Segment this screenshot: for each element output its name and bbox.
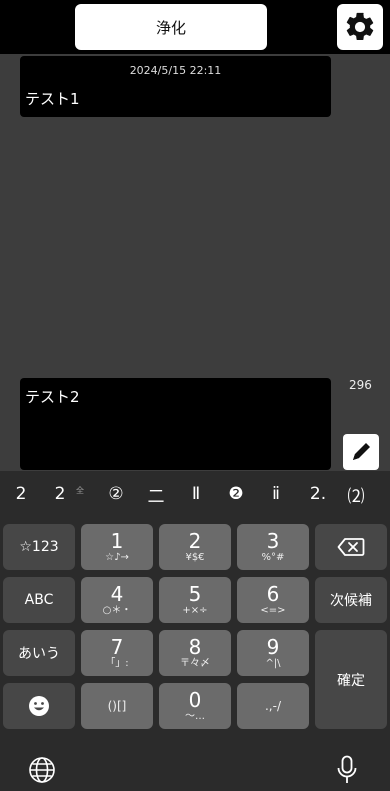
candidate-item[interactable]: ⅱ <box>261 471 291 517</box>
key-main: 7 <box>110 635 124 659</box>
char-count: 296 <box>349 378 372 392</box>
next-candidate-key[interactable]: 次候補 <box>315 577 387 623</box>
key-main: 4 <box>110 582 124 606</box>
key-2[interactable]: 2 ¥$€ <box>159 524 231 570</box>
memo-input[interactable]: テスト2 <box>20 378 331 470</box>
key-main: 1 <box>110 529 124 553</box>
key-main: 3 <box>266 529 280 553</box>
memo-input-text: テスト2 <box>25 388 80 406</box>
key-sub: +×÷ <box>182 605 208 616</box>
candidate-item[interactable]: 2. <box>303 471 333 517</box>
memo-area: 2024/5/15 22:11 テスト1 テスト2 296 <box>0 54 390 470</box>
microphone-icon <box>337 755 357 783</box>
gear-icon <box>346 12 374 41</box>
abc-key-label: ABC <box>24 592 54 608</box>
candidate-fullwidth-mark: 全 <box>76 486 84 495</box>
globe-button[interactable] <box>24 752 60 788</box>
key-sub: .,-/ <box>264 699 281 713</box>
microphone-button[interactable] <box>329 752 365 788</box>
key-4[interactable]: 4 ○＊・ <box>81 577 153 623</box>
memo-text: テスト1 <box>25 90 80 108</box>
candidate-item[interactable]: 2 <box>45 471 75 517</box>
symbols-key[interactable]: ☆123 <box>3 524 75 570</box>
key-9[interactable]: 9 ^|\ <box>237 630 309 676</box>
next-candidate-label: 次候補 <box>330 593 372 609</box>
backspace-icon <box>337 538 365 556</box>
memo-card[interactable]: 2024/5/15 22:11 テスト1 <box>20 56 331 117</box>
pen-icon <box>353 443 370 460</box>
keyboard: 2 2 全 ② 二 Ⅱ ❷ ⅱ 2. ⑵ ☆123 1 ☆♪→ 2 ¥$€ 3 … <box>0 471 390 791</box>
purify-button[interactable]: 浄化 <box>75 4 267 50</box>
key-6[interactable]: 6 <=> <box>237 577 309 623</box>
globe-icon <box>29 757 55 783</box>
kana-key[interactable]: あいう <box>3 630 75 676</box>
candidate-item[interactable]: 2 <box>6 471 36 517</box>
symbols-key-label: ☆123 <box>19 539 59 555</box>
key-main: 5 <box>188 582 202 606</box>
key-sub: 〒々〆 <box>180 658 210 669</box>
emoji-key[interactable] <box>3 683 75 729</box>
candidate-bar: 2 2 全 ② 二 Ⅱ ❷ ⅱ 2. ⑵ <box>0 471 390 517</box>
key-sub: 「」: <box>105 658 129 669</box>
abc-key[interactable]: ABC <box>3 577 75 623</box>
confirm-key[interactable]: 確定 <box>315 630 387 729</box>
emoji-icon <box>29 696 49 716</box>
key-main: 8 <box>188 635 202 659</box>
key-sub: <=> <box>260 605 286 616</box>
key-0[interactable]: 0 〜… <box>159 683 231 729</box>
settings-button[interactable] <box>337 4 383 50</box>
candidate-item[interactable]: ❷ <box>221 471 251 517</box>
key-main: 6 <box>266 582 280 606</box>
key-sub: ☆♪→ <box>105 552 129 563</box>
kana-key-label: あいう <box>18 646 60 662</box>
candidate-item[interactable]: ② <box>101 471 131 517</box>
key-5[interactable]: 5 +×÷ <box>159 577 231 623</box>
key-sub: ○＊・ <box>102 605 132 616</box>
key-main: 0 <box>188 688 202 712</box>
key-main: 2 <box>188 529 202 553</box>
key-sub: 〜… <box>185 711 205 722</box>
key-punctuation[interactable]: .,-/ <box>237 683 309 729</box>
candidate-item[interactable]: Ⅱ <box>181 471 211 517</box>
key-sub: %°# <box>261 552 285 563</box>
key-brackets[interactable]: ()[] <box>81 683 153 729</box>
key-sub: ()[] <box>107 699 127 713</box>
candidate-item[interactable]: 二 <box>141 471 171 517</box>
key-sub: ¥$€ <box>185 552 205 563</box>
key-3[interactable]: 3 %°# <box>237 524 309 570</box>
key-8[interactable]: 8 〒々〆 <box>159 630 231 676</box>
save-memo-button[interactable] <box>343 434 379 470</box>
key-main: 9 <box>266 635 280 659</box>
memo-date: 2024/5/15 22:11 <box>129 64 222 77</box>
candidate-item[interactable]: ⑵ <box>341 471 371 517</box>
key-1[interactable]: 1 ☆♪→ <box>81 524 153 570</box>
top-bar: 浄化 <box>0 0 390 54</box>
key-7[interactable]: 7 「」: <box>81 630 153 676</box>
backspace-key[interactable] <box>315 524 387 570</box>
confirm-key-label: 確定 <box>337 672 365 689</box>
key-sub: ^|\ <box>265 658 281 669</box>
